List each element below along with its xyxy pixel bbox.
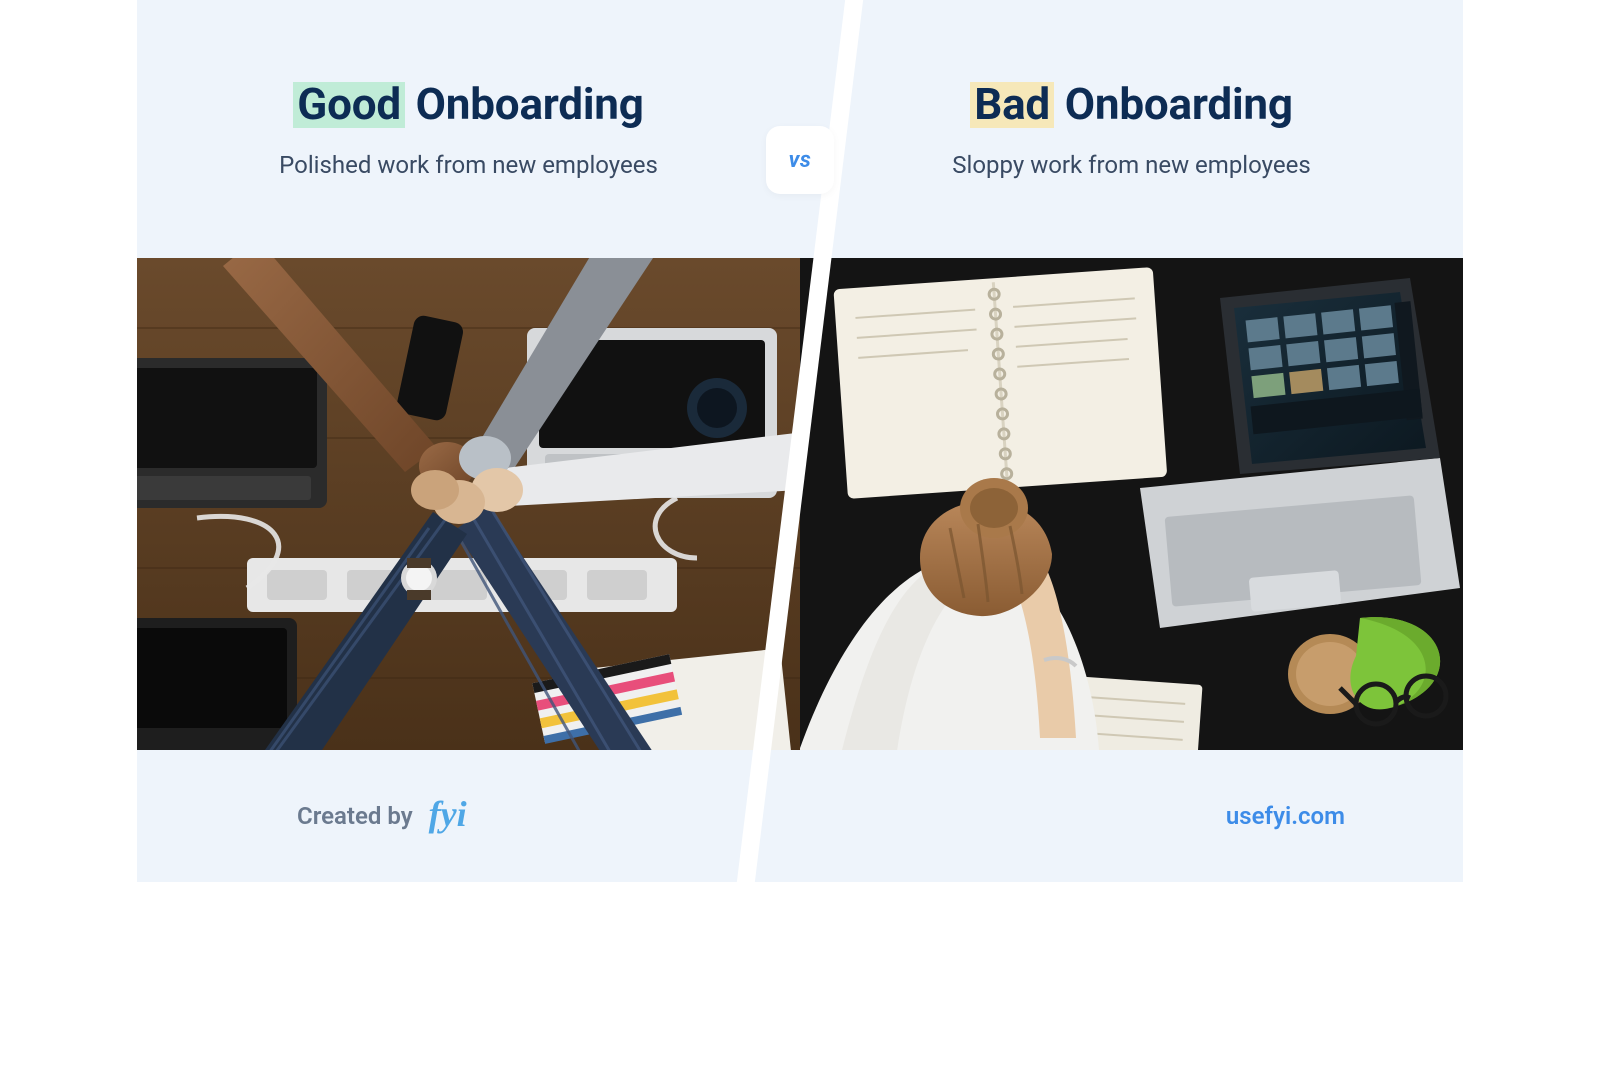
highlight-good: Good (293, 82, 405, 128)
header-good: Good Onboarding Polished work from new e… (137, 0, 800, 258)
created-by-label: Created by (297, 802, 413, 830)
subtitle-bad: Sloppy work from new employees (942, 148, 1322, 183)
image-bad (800, 258, 1463, 750)
subtitle-good: Polished work from new employees (279, 148, 659, 183)
title-good: Good Onboarding (137, 78, 800, 130)
footer: Created by fyi usefyi.com (137, 750, 1463, 882)
image-good (137, 258, 800, 750)
title-bad: Bad Onboarding (800, 78, 1463, 130)
site-url: usefyi.com (1226, 802, 1345, 830)
comparison-card: Good Onboarding Polished work from new e… (137, 0, 1463, 882)
vs-label: vs (789, 148, 812, 173)
vs-badge: vs (766, 126, 834, 194)
header-bad: Bad Onboarding Sloppy work from new empl… (800, 0, 1463, 258)
title-rest-good: Onboarding (405, 78, 644, 130)
highlight-bad: Bad (970, 82, 1054, 128)
title-rest-bad: Onboarding (1054, 78, 1293, 130)
created-by: Created by fyi (297, 795, 467, 837)
fyi-logo: fyi (429, 793, 467, 835)
